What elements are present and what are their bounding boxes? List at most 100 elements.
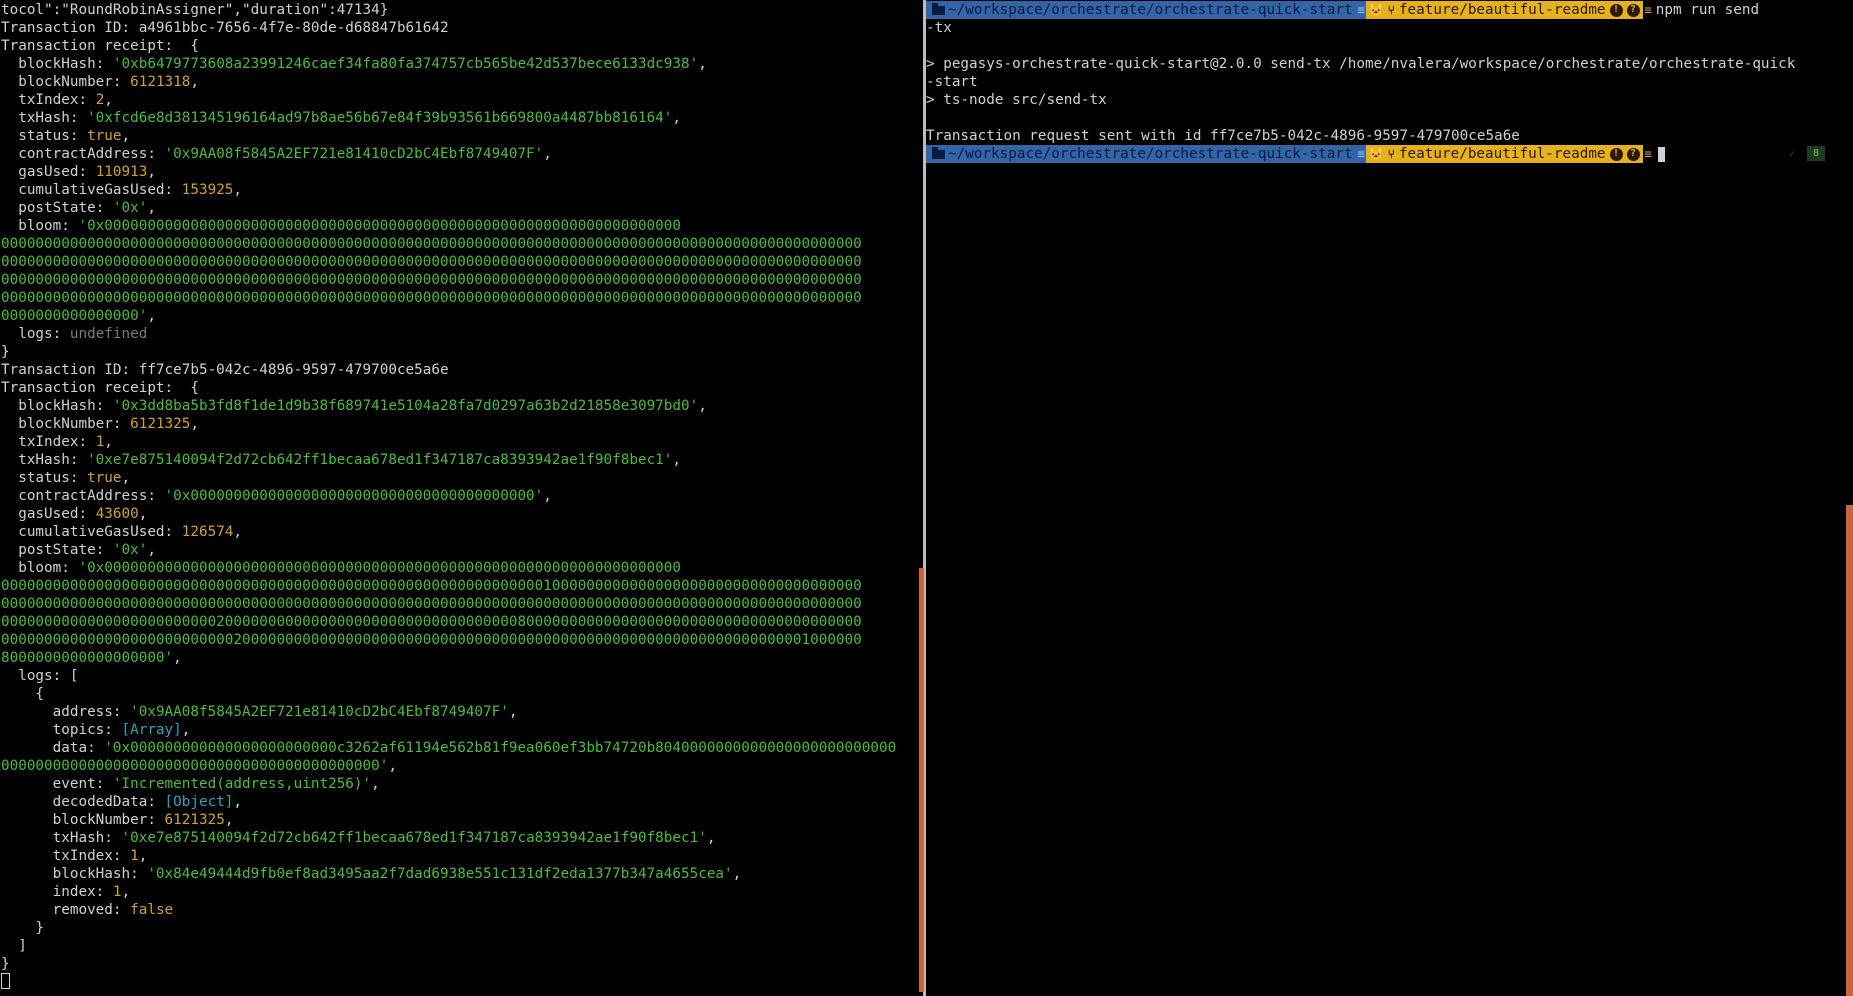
terminal-token: contractAddress:	[1, 488, 165, 504]
terminal-token: ]	[1, 938, 27, 954]
branch-icon: ⑂	[1387, 3, 1395, 17]
terminal-token: '0xfcd6e8d381345196164ad97b8ae56b67e84f3…	[87, 110, 673, 126]
terminal-line: }	[1, 955, 896, 973]
prompt-git-segment: 🐱 ⑂ feature/beautiful-readme ! ?	[1365, 145, 1643, 163]
shell-prompt-active[interactable]: ~/workspace/orchestrate/orchestrate-quic…	[926, 145, 1853, 163]
terminal-token: ,	[147, 164, 156, 180]
terminal-token: status:	[1, 128, 88, 144]
terminal-token: decodedData:	[1, 794, 165, 810]
terminal-line: 0000000000000000000000000200000000000000…	[1, 613, 896, 631]
terminal-token: Transaction receipt: {	[1, 38, 199, 54]
terminal-token: ,	[190, 74, 199, 90]
terminal-line: blockHash: '0x3dd8ba5b3fd8f1de1d9b38f689…	[1, 397, 896, 415]
segment-separator: ≡	[1644, 3, 1652, 17]
terminal-line: postState: '0x',	[1, 541, 896, 559]
terminal-token: ,	[181, 722, 191, 738]
terminal-line: 0000000000000000000000000000000000000000…	[1, 271, 896, 289]
terminal-token: ,	[104, 92, 113, 108]
terminal-line: bloom: '0x000000000000000000000000000000…	[1, 217, 896, 235]
terminal-line: decodedData: [Object],	[1, 793, 896, 811]
terminal-token: ,	[371, 776, 380, 792]
terminal-token: blockHash:	[1, 56, 113, 72]
terminal-token: Transaction ID: a4961bbc-7656-4f7e-80de-…	[1, 20, 449, 36]
text-cursor[interactable]	[1657, 146, 1665, 162]
terminal-token: 0000000000000000000000000002000000000000…	[1, 632, 862, 648]
terminal-token: blockNumber:	[1, 812, 165, 828]
terminal-token: '0x84e49444d9fb0ef8ad3495aa2f7dad6938e55…	[147, 866, 733, 882]
prompt-git-segment: 🐱 ⑂ feature/beautiful-readme ! ?	[1365, 1, 1643, 19]
terminal-token: postState:	[1, 200, 113, 216]
terminal-token: ,	[224, 812, 234, 828]
terminal-cursor-line[interactable]	[1, 973, 896, 991]
terminal-token: ,	[698, 398, 707, 414]
terminal-token: }	[1, 344, 10, 360]
terminal-token: 6121325	[164, 812, 225, 828]
terminal-token: ,	[388, 758, 397, 774]
terminal-line: 0000000000000000000000000000000000000000…	[1, 289, 896, 307]
terminal-line: txHash: '0xfcd6e8d381345196164ad97b8ae56…	[1, 109, 896, 127]
terminal-line: event: 'Incremented(address,uint256)',	[1, 775, 896, 793]
terminal-line: cumulativeGasUsed: 153925,	[1, 181, 896, 199]
terminal-token: blockNumber:	[1, 74, 131, 90]
warning-icon: !	[1609, 3, 1623, 17]
prompt-path-segment: ~/workspace/orchestrate/orchestrate-quic…	[926, 145, 1357, 163]
terminal-token: postState:	[1, 542, 113, 558]
text-cursor[interactable]	[1, 973, 10, 989]
terminal-token: 'Incremented(address,uint256)'	[112, 776, 372, 792]
terminal-line: blockNumber: 6121318,	[1, 73, 896, 91]
terminal-token: bloom:	[1, 218, 79, 234]
prompt-path-segment: ~/workspace/orchestrate/orchestrate-quic…	[926, 1, 1357, 19]
terminal-token: bloom:	[1, 560, 79, 576]
terminal-token: true	[87, 128, 122, 144]
terminal-token: ,	[732, 866, 742, 882]
terminal-line: txIndex: 1,	[1, 433, 896, 451]
terminal-token: txHash:	[1, 830, 122, 846]
question-icon: ?	[1626, 147, 1640, 161]
terminal-token: Transaction receipt: {	[1, 380, 199, 396]
terminal-line: index: 1,	[1, 883, 896, 901]
terminal-token: }	[1, 920, 45, 936]
terminal-line: 0000000000000000000000000000000000000000…	[1, 253, 896, 271]
terminal-line: contractAddress: '0x00000000000000000000…	[1, 487, 896, 505]
terminal-token: 1	[95, 434, 105, 450]
terminal-line: address: '0x9AA08f5845A2EF721e81410cD2bC…	[1, 703, 896, 721]
terminal-token: ,	[121, 470, 131, 486]
segment-separator: ≡	[1644, 147, 1652, 161]
terminal-token: [Array]	[121, 722, 182, 738]
terminal-token: '0x0000000000000000000000000000000000000…	[78, 560, 681, 576]
terminal-line: txHash: '0xe7e875140094f2d72cb642ff1beca…	[1, 451, 896, 469]
terminal-token: 43600	[95, 506, 139, 522]
terminal-line: 0000000000000000000000000002000000000000…	[1, 631, 896, 649]
terminal-token: 153925	[181, 182, 234, 198]
right-terminal-output: > pegasys-orchestrate-quick-start@2.0.0 …	[926, 37, 1853, 145]
terminal-line: txIndex: 1,	[1, 847, 896, 865]
terminal-token: gasUsed:	[1, 164, 96, 180]
terminal-token: status:	[1, 470, 88, 486]
terminal-token: logs:	[1, 326, 70, 342]
terminal-token: ,	[147, 308, 156, 324]
terminal-token: '0x9AA08f5845A2EF721e81410cD2bC4Ebf87494…	[164, 146, 544, 162]
terminal-token: blockHash:	[1, 398, 113, 414]
terminal-line: Transaction receipt: {	[1, 379, 896, 397]
left-terminal-pane[interactable]: tocol":"RoundRobinAssigner","duration":4…	[0, 0, 923, 996]
terminal-line: logs: [	[1, 667, 896, 685]
terminal-token: '0x3dd8ba5b3fd8f1de1d9b38f689741e5104a28…	[112, 398, 699, 414]
terminal-line: data: '0x000000000000000000000000c3262af…	[1, 739, 897, 757]
terminal-line: blockHash: '0xb6479773608a23991246caef34…	[1, 55, 896, 73]
terminal-token: ,	[508, 704, 518, 720]
terminal-token: '0xe7e875140094f2d72cb642ff1becaa678ed1f…	[121, 830, 707, 846]
terminal-token: ,	[672, 452, 681, 468]
terminal-token: 1	[130, 848, 139, 864]
history-badge: 8	[1806, 146, 1825, 161]
terminal-token: Transaction ID: ff7ce7b5-042c-4896-9597-…	[1, 362, 449, 378]
terminal-token: gasUsed:	[1, 506, 96, 522]
terminal-token: 110913	[95, 164, 148, 180]
right-terminal-pane[interactable]: ~/workspace/orchestrate/orchestrate-quic…	[926, 0, 1853, 996]
prompt-path: ~/workspace/orchestrate/orchestrate-quic…	[948, 2, 1353, 18]
terminal-line: 0000000000000000000000000000000000000000…	[1, 577, 896, 595]
terminal-token: ,	[147, 542, 156, 558]
terminal-line: postState: '0x',	[1, 199, 896, 217]
history-status-icon: ✓	[1788, 149, 1795, 160]
terminal-token: 0000000000000000000000000000000000000000…	[1, 290, 862, 306]
